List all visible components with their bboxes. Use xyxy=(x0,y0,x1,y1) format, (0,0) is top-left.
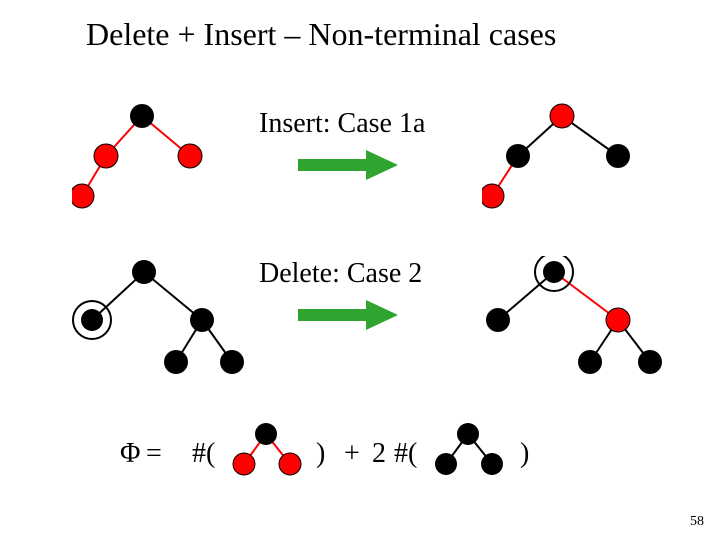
term1-tree xyxy=(228,420,308,480)
plus-symbol: + xyxy=(344,438,360,470)
closeparen2: ) xyxy=(520,438,529,470)
delete-before-tree xyxy=(72,256,272,386)
closeparen1: ) xyxy=(316,438,325,470)
two-symbol: 2 xyxy=(372,438,386,470)
insert-case-label: Insert: Case 1a xyxy=(259,108,425,140)
term2-tree xyxy=(430,420,510,480)
page-title: Delete + Insert – Non-terminal cases xyxy=(86,16,556,53)
insert-before-tree xyxy=(72,100,232,220)
delete-after-tree xyxy=(478,256,688,386)
hashparen2: #( xyxy=(394,438,417,470)
equals-symbol: = xyxy=(146,438,162,470)
arrow-icon xyxy=(298,300,398,330)
page-number: 58 xyxy=(690,514,704,530)
arrow-icon xyxy=(298,150,398,180)
insert-after-tree xyxy=(482,100,662,220)
delete-case-label: Delete: Case 2 xyxy=(259,258,422,290)
hashparen1: #( xyxy=(192,438,215,470)
phi-symbol: Φ xyxy=(120,438,140,470)
